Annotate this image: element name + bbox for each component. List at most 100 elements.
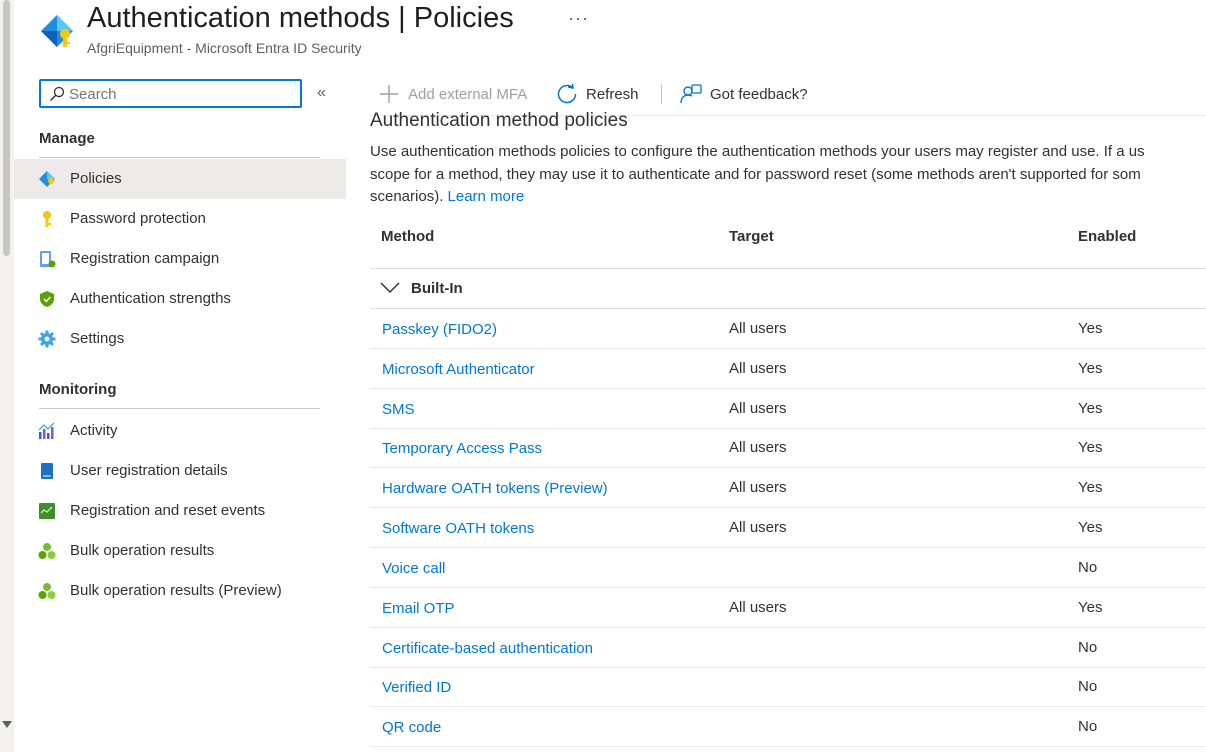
page-subtitle: AfgriEquipment - Microsoft Entra ID Secu… — [87, 40, 362, 56]
column-header-enabled[interactable]: Enabled — [1078, 228, 1136, 245]
key-icon — [43, 211, 51, 227]
table-row: SMS All users Yes — [370, 389, 1206, 429]
scrollbar-thumb[interactable] — [3, 0, 10, 256]
method-link[interactable]: Certificate-based authentication — [382, 640, 593, 657]
enabled-cell: Yes — [1078, 360, 1103, 377]
enabled-cell: Yes — [1078, 479, 1103, 496]
target-cell: All users — [729, 360, 787, 377]
got-feedback-label: Got feedback? — [710, 85, 808, 103]
page-header: Authentication methods | Policies ··· Af… — [36, 0, 1206, 62]
shield-icon — [40, 291, 54, 307]
sidebar-item-settings[interactable]: Settings — [14, 319, 346, 359]
method-link[interactable]: Microsoft Authenticator — [382, 361, 535, 378]
sidebar-item-label: Registration campaign — [70, 250, 220, 267]
search-input[interactable] — [69, 84, 297, 104]
title-separator: | — [398, 2, 406, 34]
method-link[interactable]: Verified ID — [382, 679, 451, 696]
method-link[interactable]: QR code — [382, 719, 441, 736]
target-cell: All users — [729, 519, 787, 536]
search-box[interactable] — [39, 79, 302, 108]
method-link[interactable]: Passkey (FIDO2) — [382, 321, 497, 338]
sidebar-item-label: Authentication strengths — [70, 290, 231, 307]
target-cell: All users — [729, 479, 787, 496]
enabled-cell: No — [1078, 559, 1098, 576]
enabled-cell: Yes — [1078, 320, 1103, 337]
chevron-down-icon[interactable] — [380, 281, 400, 295]
enabled-cell: Yes — [1078, 439, 1103, 456]
more-options-button[interactable]: ··· — [568, 8, 589, 29]
description-line-last: scenarios). Learn more — [370, 186, 1206, 209]
method-link[interactable]: Hardware OATH tokens (Preview) — [382, 480, 608, 497]
got-feedback-button[interactable]: Got feedback? — [680, 78, 808, 110]
column-header-method[interactable]: Method — [381, 228, 434, 245]
command-bar: Add external MFA Refresh Got feedback? — [370, 78, 1206, 112]
description-line: scope for a method, they may use it to a… — [370, 165, 1141, 183]
gear-icon — [38, 330, 56, 348]
feedback-icon — [680, 84, 702, 104]
target-cell: All users — [729, 439, 787, 456]
method-link[interactable]: Voice call — [382, 560, 445, 577]
table-row: Software OATH tokens All users Yes — [370, 508, 1206, 548]
sidebar-item-registration-campaign[interactable]: Registration campaign — [14, 239, 346, 279]
add-external-mfa-label: Add external MFA — [408, 85, 528, 103]
activity-chart-icon — [38, 422, 55, 439]
policies-icon — [39, 171, 55, 187]
target-cell: All users — [729, 400, 787, 417]
sidebar-item-registration-and-reset-events[interactable]: Registration and reset events — [14, 491, 346, 531]
sidebar-item-bulk-operation-results-preview[interactable]: Bulk operation results (Preview) — [14, 571, 346, 611]
section-heading-monitoring: Monitoring — [39, 381, 117, 398]
outer-scrollbar[interactable] — [0, 0, 14, 752]
sidebar-item-policies[interactable]: Policies — [14, 159, 346, 199]
registration-campaign-icon — [40, 251, 56, 268]
learn-more-link[interactable]: Learn more — [448, 188, 525, 205]
method-link[interactable]: Software OATH tokens — [382, 520, 534, 537]
target-cell: All users — [729, 599, 787, 616]
table-row: Passkey (FIDO2) All users Yes — [370, 309, 1206, 349]
method-link[interactable]: Email OTP — [382, 600, 455, 617]
description-line: scenarios). — [370, 188, 444, 205]
enabled-cell: Yes — [1078, 599, 1103, 616]
sidebar-item-authentication-strengths[interactable]: Authentication strengths — [14, 279, 346, 319]
enabled-cell: No — [1078, 678, 1098, 695]
target-cell: All users — [729, 320, 787, 337]
sidebar-item-label: User registration details — [70, 462, 228, 479]
enabled-cell: Yes — [1078, 519, 1103, 536]
entra-logo-icon — [41, 15, 73, 47]
table-row: Voice call No — [370, 548, 1206, 588]
sidebar-item-user-registration-details[interactable]: User registration details — [14, 451, 346, 491]
table-row: Verified ID No — [370, 667, 1206, 707]
table-row: Temporary Access Pass All users Yes — [370, 428, 1206, 468]
column-header-target[interactable]: Target — [729, 228, 774, 245]
method-link[interactable]: Temporary Access Pass — [382, 440, 542, 457]
group-row-built-in[interactable]: Built-In — [370, 269, 1206, 309]
section-heading-manage: Manage — [39, 130, 95, 147]
method-link[interactable]: SMS — [382, 401, 415, 418]
page-title: Authentication methods | Policies — [87, 2, 514, 35]
add-external-mfa-button[interactable]: Add external MFA — [378, 78, 527, 110]
table-row: Email OTP All users Yes — [370, 588, 1206, 628]
sidebar-item-password-protection[interactable]: Password protection — [14, 199, 346, 239]
description-line: Use authentication methods policies to c… — [370, 143, 1145, 160]
collapse-sidebar-button[interactable]: « — [317, 84, 326, 102]
scroll-down-arrow-icon[interactable] — [2, 721, 12, 728]
sidebar-item-activity[interactable]: Activity — [14, 411, 346, 451]
sidebar-item-label: Settings — [70, 330, 125, 347]
table-row: Certificate-based authentication No — [370, 628, 1206, 668]
sidebar: « Manage Policies Password protection Re… — [14, 70, 346, 752]
section-title: Authentication method policies — [370, 110, 628, 131]
sidebar-item-label: Policies — [70, 170, 122, 187]
toolbar-divider — [661, 84, 662, 104]
sidebar-item-label: Bulk operation results — [70, 542, 215, 559]
bulk-operations-icon — [38, 583, 56, 599]
sidebar-item-label: Registration and reset events — [70, 502, 266, 519]
plus-icon — [380, 85, 398, 103]
refresh-icon — [557, 83, 577, 104]
page-title-main: Authentication methods — [87, 2, 391, 34]
sidebar-item-bulk-operation-results[interactable]: Bulk operation results — [14, 531, 346, 571]
refresh-button[interactable]: Refresh — [556, 78, 639, 110]
divider — [39, 408, 320, 409]
page-title-suffix: Policies — [413, 2, 514, 34]
table-row: Hardware OATH tokens (Preview) All users… — [370, 468, 1206, 508]
events-icon — [39, 503, 55, 519]
search-icon — [50, 86, 65, 101]
